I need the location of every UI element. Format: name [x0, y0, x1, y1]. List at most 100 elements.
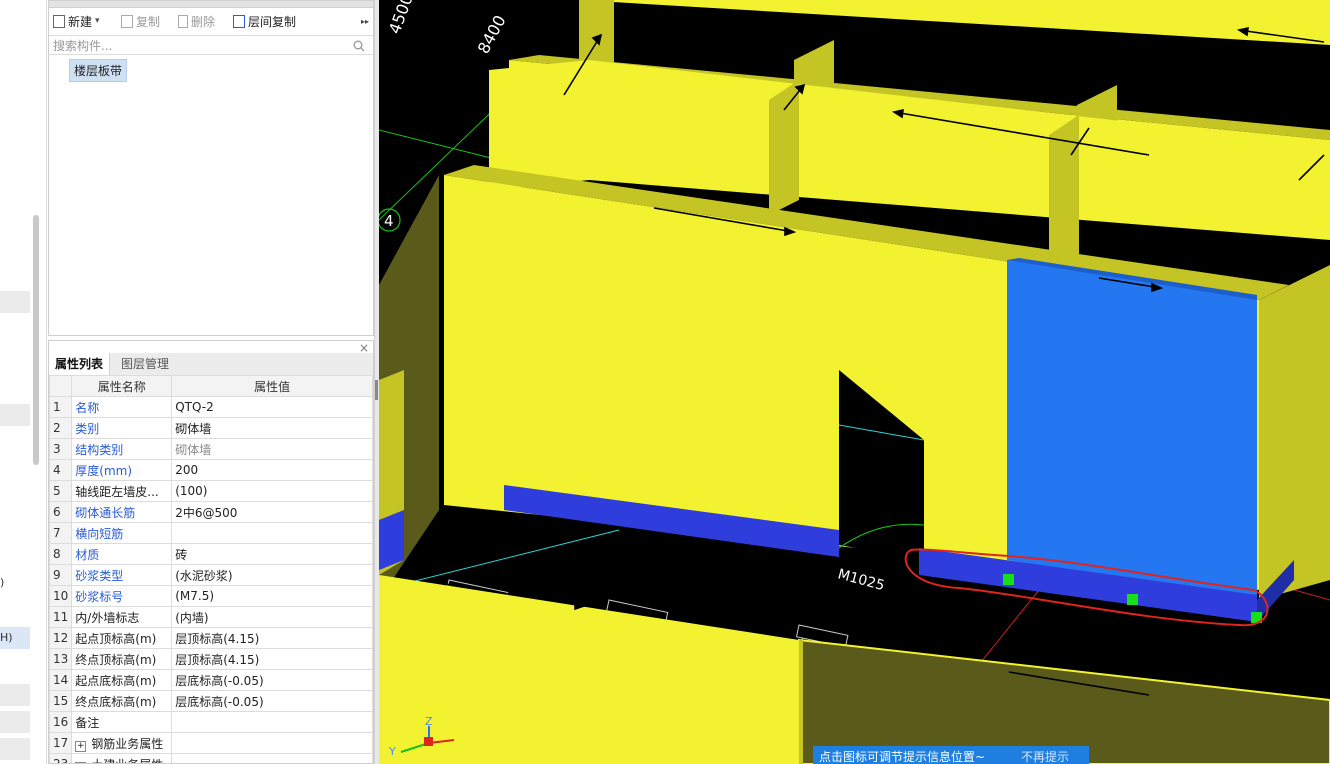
property-value[interactable]: 砌体墙: [171, 438, 373, 460]
table-row[interactable]: 14 起点底标高(m) 层底标高(-0.05): [49, 669, 373, 691]
property-value[interactable]: (100): [171, 480, 373, 502]
row-index: 3: [49, 438, 73, 460]
more-icon[interactable]: ▸▸: [361, 13, 369, 29]
table-row[interactable]: 9 砂浆类型 (水泥砂浆): [49, 564, 373, 586]
tab-layer-management[interactable]: 图层管理: [115, 353, 175, 375]
property-name: 横向短筋: [71, 522, 173, 544]
column-header-value: 属性值: [171, 375, 373, 397]
property-value[interactable]: 砌体墙: [171, 417, 373, 439]
table-row[interactable]: 2 类别 砌体墙: [49, 417, 373, 439]
table-row[interactable]: 10 砂浆标号 (M7.5): [49, 585, 373, 607]
nav-row[interactable]: [0, 738, 30, 760]
wall-face: [579, 0, 1330, 45]
row-index: 11: [49, 606, 73, 628]
row-index: 6: [49, 501, 73, 523]
trash-icon: [178, 14, 188, 28]
axis-bubble-label: 4: [384, 212, 394, 230]
door-label: M1025: [836, 566, 886, 594]
nav-row[interactable]: [0, 404, 30, 426]
copy-button-label: 复制: [136, 14, 161, 29]
table-row[interactable]: 1 名称 QTQ-2: [49, 396, 373, 418]
tab-property-list[interactable]: 属性列表: [49, 353, 111, 375]
table-row[interactable]: 16 备注: [49, 711, 373, 733]
property-value[interactable]: (内墙): [171, 606, 373, 628]
table-row[interactable]: 17 + 钢筋业务属性: [49, 732, 373, 754]
table-row[interactable]: 4 厚度(mm) 200: [49, 459, 373, 481]
table-row[interactable]: 23+土建业务属性: [49, 753, 373, 763]
table-row[interactable]: 7 横向短筋: [49, 522, 373, 544]
property-value[interactable]: 200: [171, 459, 373, 481]
new-button-label: 新建: [68, 14, 93, 29]
property-value[interactable]: (水泥砂浆): [171, 564, 373, 586]
property-name: 砂浆类型: [71, 564, 173, 586]
chevron-down-icon[interactable]: ▾: [95, 16, 100, 26]
property-value[interactable]: (M7.5): [171, 585, 373, 607]
table-row[interactable]: 3 结构类别 砌体墙: [49, 438, 373, 460]
splitter-grip[interactable]: [375, 380, 378, 400]
property-value[interactable]: [171, 711, 373, 733]
component-search: [49, 35, 373, 55]
floor-copy-button[interactable]: 层间复制: [233, 13, 296, 29]
grip-handle[interactable]: [1003, 574, 1014, 585]
delete-button-label: 删除: [191, 14, 216, 29]
table-row[interactable]: 11 内/外墙标志 (内墙): [49, 606, 373, 628]
property-value[interactable]: [171, 732, 373, 754]
nav-row[interactable]: [0, 291, 30, 313]
nav-row[interactable]: [0, 711, 30, 733]
property-value[interactable]: 砖: [171, 543, 373, 565]
table-row[interactable]: 15 终点底标高(m) 层底标高(-0.05): [49, 690, 373, 712]
table-row[interactable]: 13 终点顶标高(m) 层顶标高(4.15): [49, 648, 373, 670]
3d-model-canvas[interactable]: 4500 8400 4 M1025 Z Y: [379, 0, 1330, 764]
property-value[interactable]: [171, 753, 373, 763]
component-item[interactable]: 楼层板带: [69, 59, 128, 82]
property-tabs: 属性列表 图层管理: [49, 353, 373, 376]
property-value[interactable]: QTQ-2: [171, 396, 373, 418]
search-input[interactable]: [51, 37, 345, 55]
expand-icon[interactable]: +: [75, 740, 87, 752]
3d-viewport[interactable]: 4500 8400 4 M1025 Z Y 点击图标可调节提示信息位置~ 不再提…: [379, 0, 1330, 764]
property-value[interactable]: 2中6@500: [171, 501, 373, 523]
delete-button[interactable]: 删除: [178, 13, 215, 29]
property-name: +土建业务属性: [71, 753, 173, 763]
property-value[interactable]: 层顶标高(4.15): [171, 648, 373, 670]
nav-row[interactable]: [0, 684, 30, 706]
property-name: 结构类别: [71, 438, 173, 460]
tip-dismiss-link[interactable]: 不再提示: [1021, 748, 1069, 764]
table-row[interactable]: 8 材质砖: [49, 543, 373, 565]
row-index: 8: [49, 543, 73, 565]
property-value[interactable]: 层底标高(-0.05): [171, 690, 373, 712]
new-file-icon: [53, 14, 65, 28]
row-index: 4: [49, 459, 73, 481]
table-row[interactable]: 6 砌体通长筋 2中6@500: [49, 501, 373, 523]
right-wall: [1259, 265, 1330, 600]
row-index: 7: [49, 522, 73, 544]
grip-handle[interactable]: [1127, 594, 1138, 605]
tip-bar: 点击图标可调节提示信息位置~ 不再提示: [813, 746, 1089, 764]
row-index: 10: [49, 585, 73, 607]
property-name: 厚度(mm): [71, 459, 173, 481]
left-navigation-strip: ) H): [0, 0, 47, 764]
front-wall: [379, 575, 799, 764]
row-index: 16: [49, 711, 73, 733]
property-value[interactable]: [171, 522, 373, 544]
nav-row-text: ): [0, 576, 5, 589]
table-header-row: 属性名称 属性值: [49, 375, 373, 397]
table-row[interactable]: 12 起点顶标高(m) 层顶标高(4.15): [49, 627, 373, 649]
new-button[interactable]: 新建 ▾: [53, 13, 100, 29]
property-name: 轴线距左墙皮...: [71, 480, 173, 502]
search-icon[interactable]: [353, 40, 365, 52]
copy-button[interactable]: 复制: [121, 13, 160, 29]
component-panel-tabs: [49, 1, 373, 8]
property-value[interactable]: 层底标高(-0.05): [171, 669, 373, 691]
axis-y-label: Y: [388, 745, 396, 758]
selected-wall[interactable]: [1007, 260, 1257, 600]
property-name: 类别: [71, 417, 173, 439]
floor-copy-button-label: 层间复制: [248, 14, 297, 29]
column-header-index: [49, 375, 73, 397]
row-index: 2: [49, 417, 73, 439]
dimension-label: 8400: [474, 12, 510, 57]
table-row[interactable]: 5 轴线距左墙皮... (100): [49, 480, 373, 502]
row-index: 1: [49, 396, 73, 418]
property-value[interactable]: 层顶标高(4.15): [171, 627, 373, 649]
nav-scrollbar[interactable]: [33, 215, 39, 465]
